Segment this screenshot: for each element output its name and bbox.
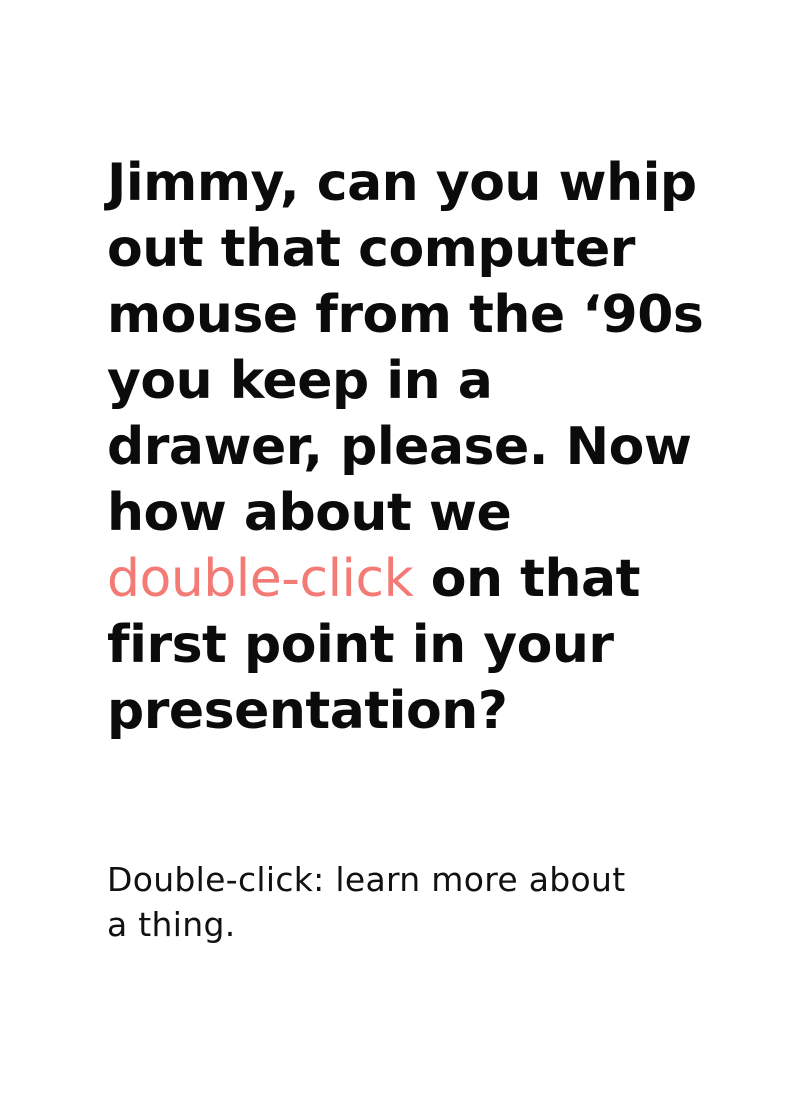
quote-line: presentation? bbox=[107, 681, 508, 741]
quote-line: first point in your bbox=[107, 615, 614, 675]
definition-line: a thing. bbox=[107, 905, 236, 944]
definition-line: Double-click: learn more about bbox=[107, 860, 626, 899]
quote-line: drawer, please. Now bbox=[107, 417, 692, 477]
highlighted-term: double-click bbox=[107, 549, 414, 609]
page: Jimmy, can you whip out that computer mo… bbox=[0, 0, 795, 1095]
quote-text: Jimmy, can you whip out that computer mo… bbox=[107, 150, 707, 744]
quote-line: you keep in a bbox=[107, 351, 493, 411]
quote-line-highlighted: double-click on that bbox=[107, 546, 707, 612]
quote-line: out that computer bbox=[107, 219, 635, 279]
quote-line-rest: on that bbox=[413, 549, 641, 609]
quote-line: mouse from the ‘90s bbox=[107, 285, 704, 345]
quote-line: how about we bbox=[107, 483, 512, 543]
definition-text: Double-click: learn more about a thing. bbox=[107, 857, 707, 947]
quote-line: Jimmy, can you whip bbox=[107, 153, 697, 213]
